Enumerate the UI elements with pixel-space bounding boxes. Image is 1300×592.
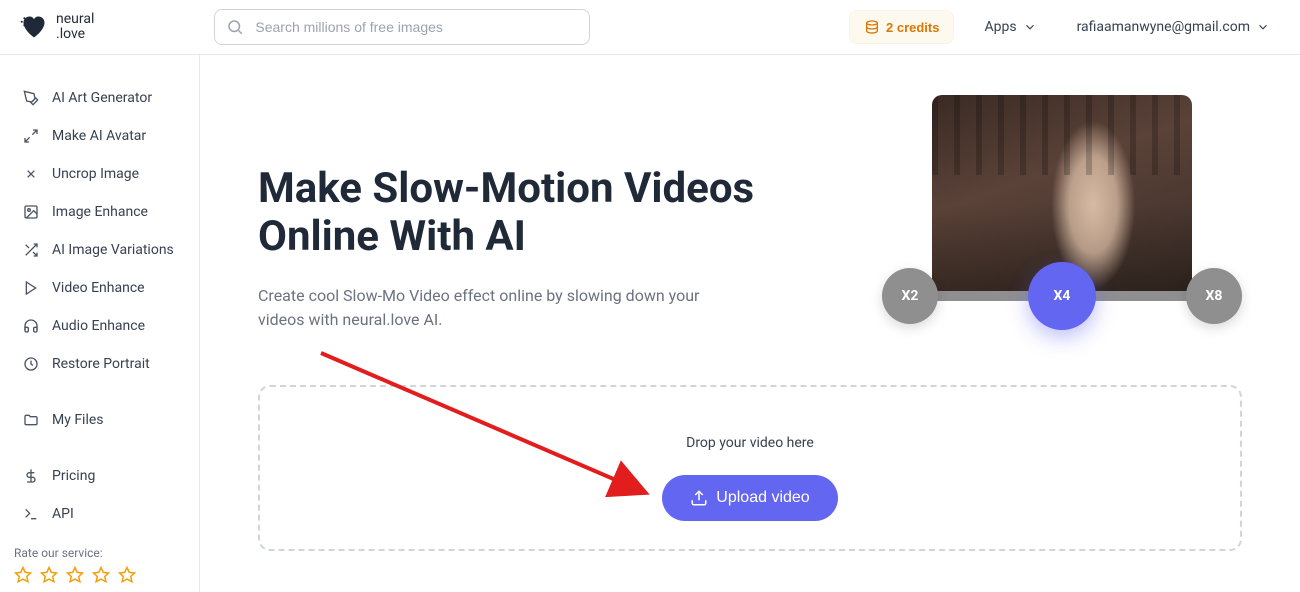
sidebar-item-video-enhance[interactable]: Video Enhance	[0, 269, 199, 307]
slider-option-x2[interactable]: X2	[882, 268, 938, 324]
star-icon[interactable]	[40, 566, 58, 584]
logo[interactable]: neural .love	[20, 12, 94, 43]
star-icon[interactable]	[92, 566, 110, 584]
sidebar-item-label: Video Enhance	[52, 280, 145, 296]
folder-icon	[22, 411, 40, 429]
sidebar-item-label: API	[52, 506, 74, 522]
sidebar-item-label: Pricing	[52, 468, 95, 484]
hero-text: Make Slow-Motion Videos Online With AI C…	[258, 95, 842, 332]
star-icon[interactable]	[14, 566, 32, 584]
uncrop-icon	[22, 165, 40, 183]
image-icon	[22, 203, 40, 221]
sidebar-item-label: Audio Enhance	[52, 318, 145, 334]
slider-option-x4[interactable]: X4	[1028, 262, 1096, 330]
page-desc: Create cool Slow-Mo Video effect online …	[258, 284, 718, 332]
restore-icon	[22, 355, 40, 373]
dropzone-label: Drop your video here	[280, 435, 1220, 451]
star-icon[interactable]	[66, 566, 84, 584]
page-title: Make Slow-Motion Videos Online With AI	[258, 165, 842, 262]
upload-dropzone[interactable]: Drop your video here Upload video	[258, 385, 1242, 551]
play-icon	[22, 279, 40, 297]
rating-stars	[14, 566, 136, 584]
search-icon	[226, 18, 244, 36]
chevron-down-icon	[1023, 20, 1037, 34]
upload-button[interactable]: Upload video	[662, 475, 837, 521]
sidebar-item-label: My Files	[52, 412, 104, 428]
hero: Make Slow-Motion Videos Online With AI C…	[258, 95, 1242, 335]
sidebar-item-pricing[interactable]: Pricing	[0, 457, 199, 495]
apps-dropdown[interactable]: Apps	[974, 13, 1046, 41]
sidebar-item-audio-enhance[interactable]: Audio Enhance	[0, 307, 199, 345]
search-wrap	[214, 9, 590, 45]
logo-text: neural .love	[56, 12, 94, 43]
sidebar: AI Art Generator Make AI Avatar Uncrop I…	[0, 55, 200, 592]
sidebar-item-label: Restore Portrait	[52, 356, 150, 372]
sidebar-item-my-files[interactable]: My Files	[0, 401, 199, 439]
search-input[interactable]	[214, 9, 590, 45]
sidebar-item-ai-art-generator[interactable]: AI Art Generator	[0, 79, 199, 117]
credits-button[interactable]: 2 credits	[849, 10, 954, 44]
rate-label: Rate our service:	[14, 546, 136, 560]
sidebar-item-label: AI Image Variations	[52, 242, 174, 258]
sidebar-item-restore-portrait[interactable]: Restore Portrait	[0, 345, 199, 383]
headphones-icon	[22, 317, 40, 335]
expand-icon	[22, 127, 40, 145]
dollar-icon	[22, 467, 40, 485]
sidebar-item-api[interactable]: API	[0, 495, 199, 533]
logo-icon	[20, 13, 48, 41]
shuffle-icon	[22, 241, 40, 259]
user-dropdown[interactable]: rafiaamanwyne@gmail.com	[1067, 13, 1280, 41]
sidebar-item-label: AI Art Generator	[52, 90, 152, 106]
header: neural .love 2 credits Apps rafiaamanwyn…	[0, 0, 1300, 55]
sidebar-item-image-enhance[interactable]: Image Enhance	[0, 193, 199, 231]
credits-icon	[864, 19, 880, 35]
sidebar-item-label: Image Enhance	[52, 204, 148, 220]
sidebar-item-uncrop-image[interactable]: Uncrop Image	[0, 155, 199, 193]
chevron-down-icon	[1256, 20, 1270, 34]
speed-slider[interactable]: X2 X4 X8	[882, 257, 1242, 335]
hero-visual: X2 X4 X8	[882, 95, 1242, 335]
sidebar-item-make-ai-avatar[interactable]: Make AI Avatar	[0, 117, 199, 155]
pen-icon	[22, 89, 40, 107]
main-content: Make Slow-Motion Videos Online With AI C…	[200, 55, 1300, 592]
rate-section: Rate our service:	[0, 538, 150, 592]
sidebar-item-label: Make AI Avatar	[52, 128, 146, 144]
star-icon[interactable]	[118, 566, 136, 584]
sidebar-item-label: Uncrop Image	[52, 166, 139, 182]
terminal-icon	[22, 505, 40, 523]
slider-option-x8[interactable]: X8	[1186, 268, 1242, 324]
upload-icon	[690, 489, 708, 507]
sidebar-item-ai-image-variations[interactable]: AI Image Variations	[0, 231, 199, 269]
